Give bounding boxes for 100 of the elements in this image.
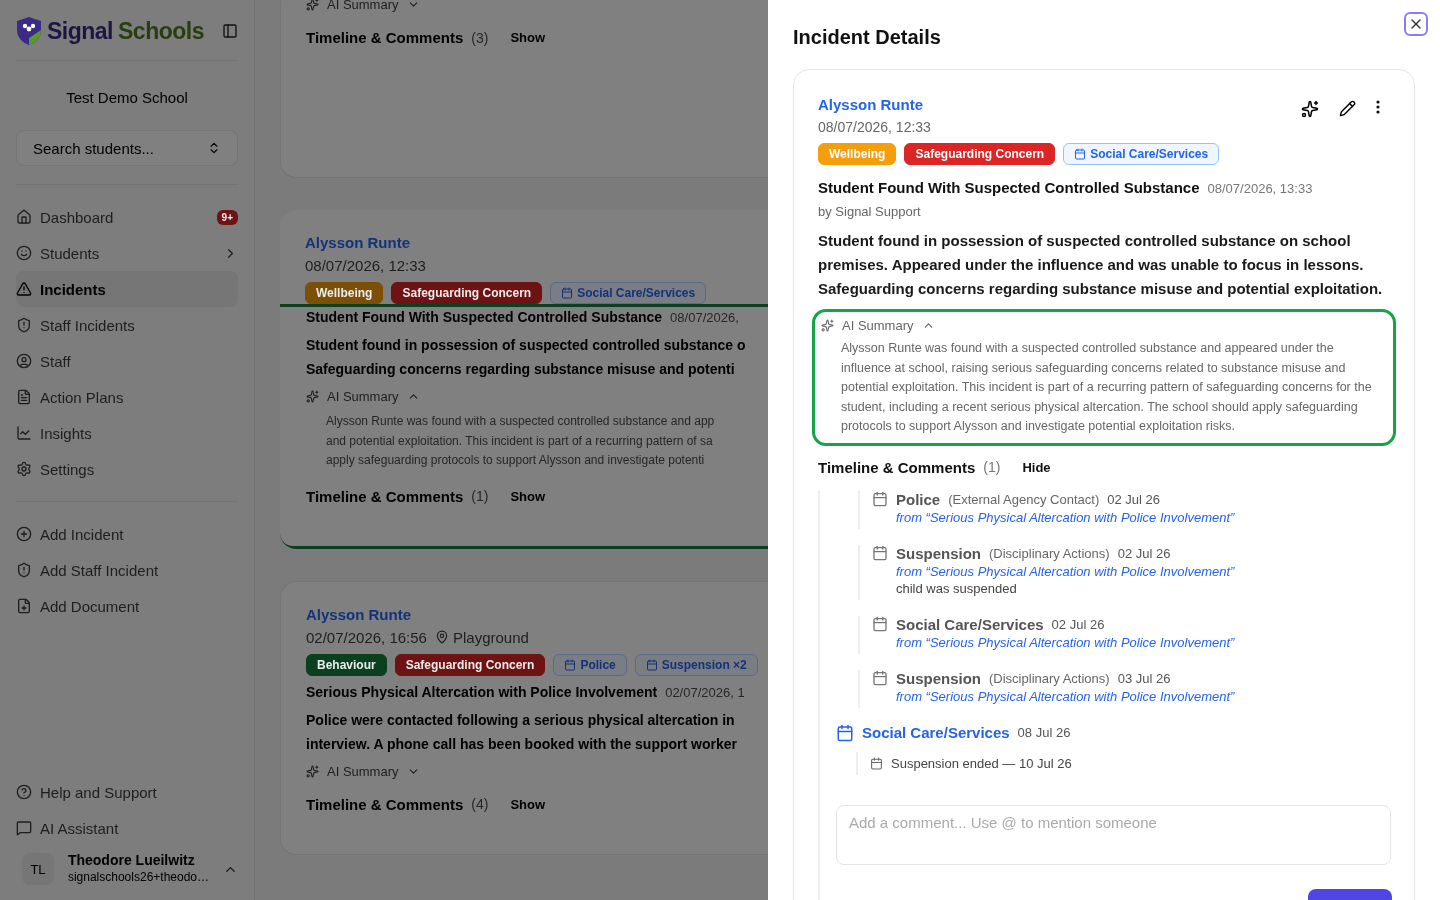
nav-item[interactable]: Staff [16,343,238,379]
nav-item[interactable]: Settings [16,451,238,487]
close-button[interactable] [1404,12,1428,36]
footer-item[interactable]: AI Assistant [16,810,238,846]
footer-item[interactable]: Help and Support [16,774,238,810]
calendar-icon [836,723,854,742]
sparkles-button[interactable] [1301,100,1319,118]
calendar-icon [870,756,883,770]
sparkles-icon [821,319,834,332]
plus-circle-icon [16,526,32,542]
sparkles-icon [306,764,319,778]
line-chart-icon [16,425,32,441]
nav-item[interactable]: Dashboard 9+ [16,199,238,235]
source-link[interactable]: from “Serious Physical Altercation with Police Involvement” [872,688,1392,704]
source-link[interactable]: from “Serious Physical Altercation with Police Involvement” [872,509,1392,525]
summary-line: apply safeguarding protocols to support Alysson and investigate potenti [325,452,706,469]
author-line: by Signal Support [818,204,922,219]
timeline-count: (1) [471,488,489,504]
pencil-icon [1339,100,1356,117]
entry-title: Suspension [896,669,981,687]
timeline-count: (3) [471,29,489,46]
school-name: Test Demo School [65,88,189,108]
timeline-count: (4) [471,796,489,812]
shield-logo-icon [16,16,42,46]
action-item[interactable]: Add Document [16,588,238,624]
timeline-heading: Timeline & Comments [818,458,976,476]
calendar-icon [872,491,888,507]
calendar-icon [1074,148,1087,160]
category-tag: Behaviour [306,653,387,676]
calendar-icon [872,545,888,561]
calendar-icon [872,670,888,686]
event-note: Suspension ended — 10 Jul 26 [891,755,1072,771]
user-name: Theodore Lueilwitz [67,852,196,869]
calendar-icon [564,658,577,671]
calendar-icon [872,616,888,632]
warning-icon [16,281,32,297]
source-link[interactable]: from “Serious Physical Altercation with Police Involvement” [872,634,1392,650]
drawer-title: Incident Details [793,26,941,49]
category-tag: Safeguarding Concern [394,653,546,676]
tag-label: Suspension ×2 [661,657,747,672]
source-link[interactable]: from “Serious Physical Altercation with Police Involvement” [872,563,1392,579]
nav-item[interactable]: Incidents [16,271,238,307]
more-icon [1376,100,1380,114]
nav-item[interactable]: Students [16,235,238,271]
logo-word: Signal [47,17,113,45]
entry-date: 03 Jul 26 [1117,670,1171,686]
user-avatar: TL [22,853,54,885]
edit-button[interactable] [1339,100,1356,118]
description-line: Student found in possession of suspected controlled substance o [306,336,747,355]
description-line: Police were contacted following a serious physical altercation in [306,710,736,730]
shield-icon [16,562,32,578]
category-tag: Safeguarding Concern [904,143,1056,165]
entry-date: 02 Jul 26 [1107,491,1160,507]
toggle-button[interactable]: Show [506,794,550,814]
toggle-button[interactable]: Show [506,28,550,47]
nav-item[interactable]: Action Plans [16,379,238,415]
toggle-button[interactable]: Hide [1018,457,1055,477]
student-search-field[interactable]: Search students... [16,130,238,166]
entry-category: (Disciplinary Actions) [989,670,1110,686]
incident-time: 08/07/2026, 12:33 [305,257,426,274]
sparkles-icon [306,390,319,403]
nav-item[interactable]: Staff Incidents [16,307,238,343]
calendar-icon [561,287,574,299]
student-link[interactable]: Alysson Runte [306,605,768,623]
user-email: signalschools26+theodo… [67,869,210,886]
incident-title: Serious Physical Altercation with Police Involvement [306,683,658,700]
tag-label: Police [580,657,616,672]
summary-line: and potential exploitation. This incident is part of a recurring pattern of sa [325,432,714,450]
entry-date: 02 Jul 26 [1117,545,1171,561]
document-icon [16,389,32,405]
incident-title-time: 02/07/2026, 1 [665,684,745,700]
entry-title: Police [896,490,941,508]
student-link[interactable]: Alysson Runte [305,234,768,251]
category-tag: Safeguarding Concern [391,282,543,304]
entry-category: (Disciplinary Actions) [989,545,1110,561]
logo-word: Schools [118,17,204,45]
toggle-button[interactable]: Show [506,486,550,506]
summary-text: Alysson Runte was found with a suspected controlled substance and appeared under the influence at school, raising serious safeguarding concerns related to substance misuse and potential exploitation. This incident is part of a recurring pattern of safeguarding concerns for the student, including a recent serious physical altercation. The school should apply safeguarding protocols to support Alysson and investigate potential exploitation risks. [840,340,1373,435]
summary-label: AI Summary [842,318,914,333]
incident-time: 02/07/2026, 16:56 [306,628,427,646]
timeline-heading: Timeline & Comments [306,487,464,505]
nav-item[interactable]: Insights [16,415,238,451]
incident-time: 08/07/2026, 12:33 [818,119,931,135]
action-item[interactable]: Add Staff Incident [16,552,238,588]
summary-label: AI Summary [327,0,399,12]
comment-field[interactable]: Add a comment... Use @ to mention someone [836,804,1391,865]
category-tag: Wellbeing [305,282,384,304]
chat-icon [16,820,32,836]
category-tag: Wellbeing [818,143,897,165]
description-line: interview. A phone call has been booked with the support worker [306,734,738,754]
sidebar-toggle-icon[interactable] [222,23,238,39]
entry-title: Suspension [896,544,981,562]
user-circle-icon [16,353,32,369]
count-badge: 9+ [216,209,238,225]
student-link[interactable]: Alysson Runte [818,96,931,113]
entry-date: 08 Jul 26 [1017,725,1071,740]
event-title: Social Care/Services [862,724,1010,741]
action-item[interactable]: Add Incident [16,516,238,552]
sparkles-icon [1301,100,1319,118]
file-plus-icon [16,598,32,614]
